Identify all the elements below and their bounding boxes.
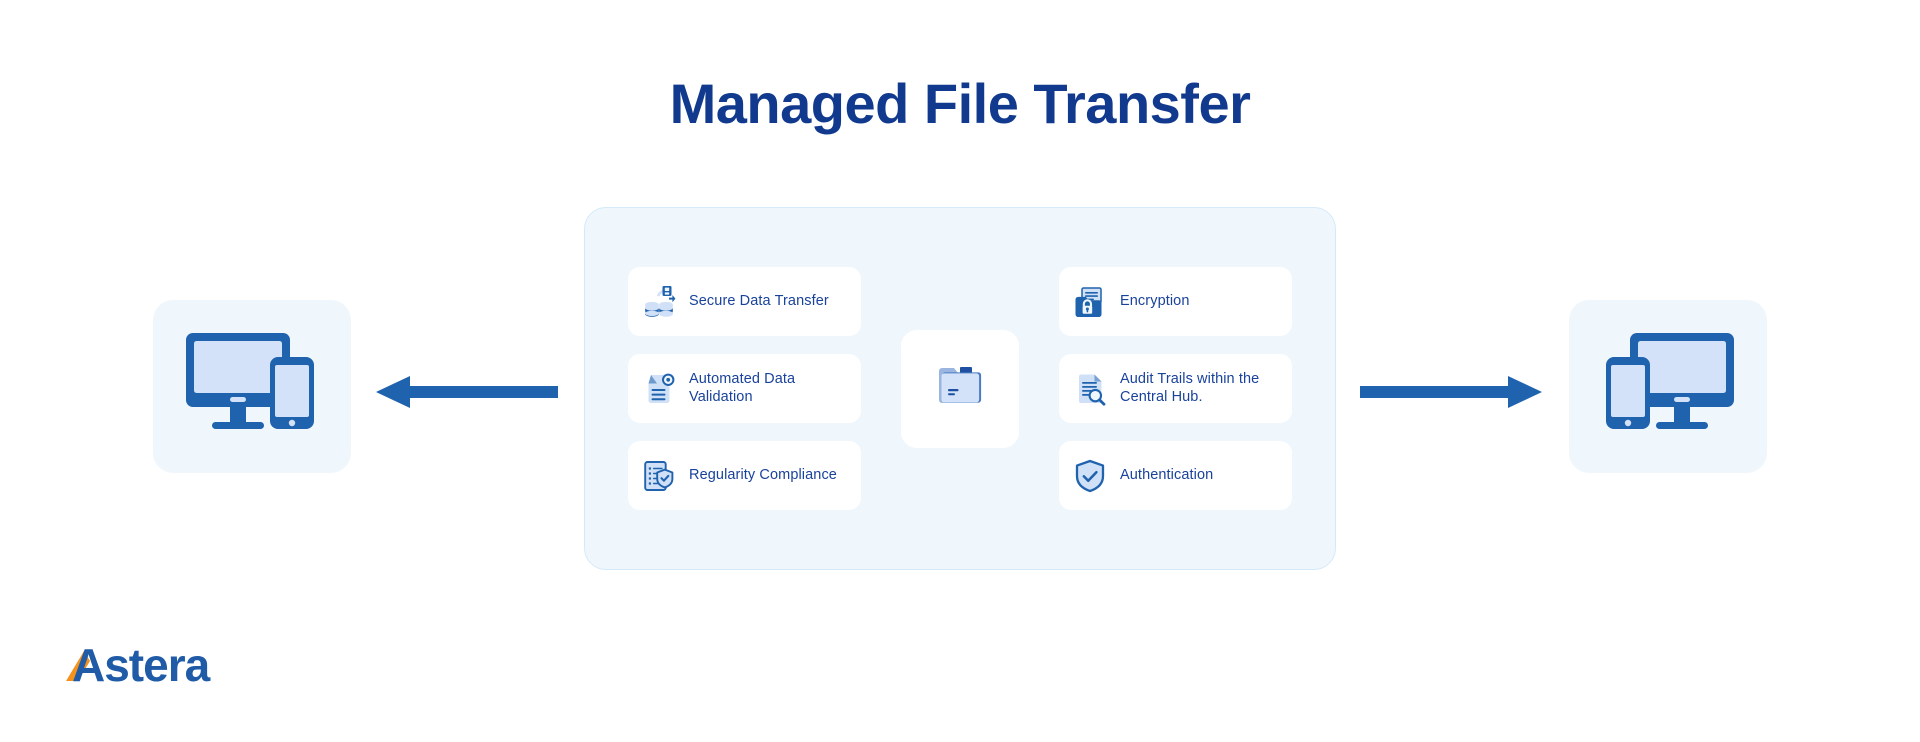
central-hub-tile[interactable] <box>901 329 1019 448</box>
folder-icon <box>929 355 991 422</box>
page-title: Managed File Transfer <box>669 72 1251 135</box>
feature-card-secure-data-transfer[interactable]: Secure Data Transfer <box>628 267 861 336</box>
feature-label: Encryption <box>1120 292 1190 309</box>
feature-label: Audit Trails within the Central Hub. <box>1120 370 1260 405</box>
arrow-right-icon <box>1360 375 1542 409</box>
phone-monitor-icon <box>1598 325 1738 448</box>
shield-check-icon <box>1071 457 1109 495</box>
panel-content: Secure Data Transfer Automated Data Vali… <box>584 207 1336 570</box>
audit-trail-search-icon <box>1071 370 1109 408</box>
right-feature-column: Encryption Audit Trails within the Centr… <box>1059 267 1292 510</box>
arrow-left-icon <box>376 375 558 409</box>
left-feature-column: Secure Data Transfer Automated Data Vali… <box>628 267 861 510</box>
automated-data-validation-icon <box>640 370 678 408</box>
feature-label: Automated Data Validation <box>689 370 796 405</box>
feature-card-automated-data-validation[interactable]: Automated Data Validation <box>628 354 861 423</box>
left-endpoint-devices <box>153 300 351 473</box>
feature-card-audit-trails[interactable]: Audit Trails within the Central Hub. <box>1059 354 1292 423</box>
astera-logo: Astera <box>64 637 234 691</box>
feature-card-encryption[interactable]: Encryption <box>1059 267 1292 336</box>
monitor-phone-icon <box>182 325 322 448</box>
feature-label: Regularity Compliance <box>689 466 837 483</box>
feature-label: Authentication <box>1120 466 1214 483</box>
svg-text:Astera: Astera <box>72 639 211 691</box>
regularity-compliance-icon <box>640 457 678 495</box>
diagram-canvas: Managed File Transfer Secure Data Transf… <box>0 0 1920 742</box>
right-endpoint-devices <box>1569 300 1767 473</box>
secure-data-transfer-icon <box>640 283 678 321</box>
encryption-folder-lock-icon <box>1071 283 1109 321</box>
feature-label: Secure Data Transfer <box>689 292 829 309</box>
feature-card-authentication[interactable]: Authentication <box>1059 441 1292 510</box>
feature-card-regularity-compliance[interactable]: Regularity Compliance <box>628 441 861 510</box>
